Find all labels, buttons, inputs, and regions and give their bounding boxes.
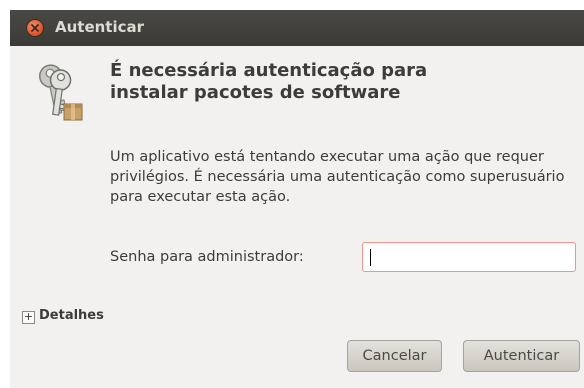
keys-icon xyxy=(39,64,83,121)
password-field[interactable] xyxy=(362,242,576,272)
plus-icon: + xyxy=(22,310,35,324)
details-expander[interactable]: + Detalhes xyxy=(22,308,104,324)
auth-dialog: Autenticar É necessária autenticação par… xyxy=(10,10,584,388)
dialog-description: Um aplicativo está tentando executar uma… xyxy=(110,149,565,205)
cancel-button[interactable]: Cancelar xyxy=(347,340,442,372)
dialog-heading: É necessária autenticação para instalar … xyxy=(110,60,428,103)
authenticate-button[interactable]: Autenticar xyxy=(463,340,580,372)
window-title: Autenticar xyxy=(55,18,145,36)
close-button[interactable] xyxy=(27,20,43,36)
details-label: Detalhes xyxy=(39,308,104,323)
password-label: Senha para administrador: xyxy=(110,249,304,265)
text-caret xyxy=(370,249,371,266)
title-bar[interactable]: Autenticar xyxy=(10,10,584,46)
close-icon xyxy=(31,24,39,32)
